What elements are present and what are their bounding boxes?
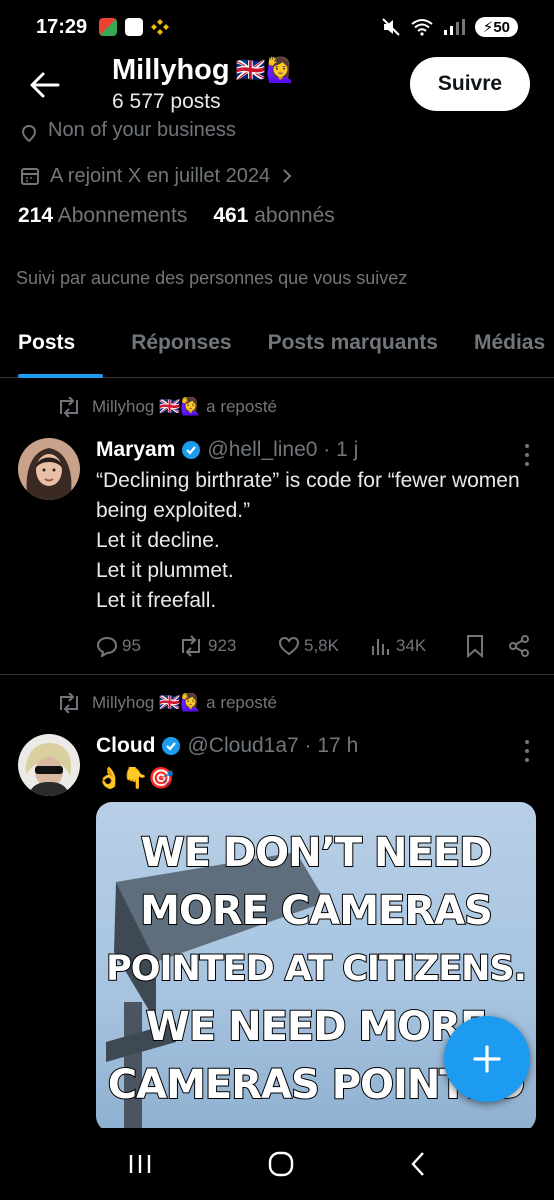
joined-text: A rejoint X en juillet 2024 bbox=[50, 164, 271, 187]
post-header: Maryam @hell_line0 · 1 j bbox=[96, 438, 358, 462]
views-icon bbox=[372, 639, 389, 655]
plus-icon bbox=[473, 1045, 501, 1073]
battery-level: 50 bbox=[493, 19, 510, 36]
followers-label: abonnés bbox=[254, 204, 335, 227]
wifi-icon bbox=[411, 19, 433, 36]
tab-highlights[interactable]: Posts marquants bbox=[250, 320, 456, 377]
share-icon[interactable] bbox=[508, 635, 530, 657]
name-emojis: 🇬🇧🙋‍♀️ bbox=[235, 57, 296, 84]
post-line: “Declining birthrate” is code for “fewer… bbox=[96, 469, 520, 522]
system-navigation-bar bbox=[0, 1128, 554, 1200]
more-options-icon[interactable] bbox=[524, 740, 530, 762]
post-line: Let it decline. bbox=[96, 529, 220, 552]
meme-line: WE DON’T NEED bbox=[140, 829, 494, 877]
author-name[interactable]: Cloud bbox=[96, 734, 155, 758]
tab-replies[interactable]: Réponses bbox=[93, 320, 249, 377]
repost-icon bbox=[60, 693, 78, 713]
heart-icon bbox=[278, 636, 300, 656]
home-icon[interactable] bbox=[267, 1150, 295, 1178]
post-header: Cloud @Cloud1a7 · 17 h bbox=[96, 734, 358, 758]
views-button[interactable]: 34K bbox=[370, 635, 464, 657]
binance-icon bbox=[151, 19, 170, 35]
compose-button[interactable] bbox=[444, 1016, 530, 1102]
posts-count: 6 577 posts bbox=[112, 90, 221, 113]
repost-indicator: Millyhog 🇬🇧🙋‍♀️ a reposté bbox=[56, 693, 277, 713]
status-time: 17:29 bbox=[36, 15, 88, 38]
profile-name: Millyhog bbox=[112, 54, 230, 86]
repost-text: Millyhog 🇬🇧🙋‍♀️ a reposté bbox=[92, 397, 278, 416]
post-line: Let it plummet. bbox=[96, 559, 234, 582]
repost-indicator: Millyhog 🇬🇧🙋‍♀️ a reposté bbox=[56, 397, 277, 417]
repost-count: 923 bbox=[208, 636, 237, 655]
views-count: 34K bbox=[396, 636, 427, 655]
post-text: 👌👇🎯 bbox=[96, 767, 175, 790]
post-1[interactable]: Millyhog 🇬🇧🙋‍♀️ a reposté Maryam @hell_l… bbox=[0, 380, 554, 674]
followers-count: 461 bbox=[213, 204, 249, 227]
meme-line: MORE CAMERAS bbox=[139, 887, 494, 935]
reply-button[interactable]: 95 bbox=[96, 635, 178, 657]
app-notification-icon bbox=[99, 18, 118, 36]
post-divider bbox=[0, 674, 554, 675]
follow-button[interactable]: Suivre bbox=[410, 57, 530, 111]
avatar[interactable] bbox=[18, 734, 80, 796]
back-icon[interactable] bbox=[408, 1150, 428, 1178]
checkbox-notification-icon bbox=[125, 18, 144, 36]
repost-icon bbox=[60, 397, 78, 417]
verified-icon bbox=[162, 737, 181, 755]
meme-line: POINTED AT CITIZENS. bbox=[105, 948, 528, 990]
verified-icon bbox=[182, 441, 201, 459]
profile-tabs: Posts Réponses Posts marquants Médias bbox=[0, 320, 554, 378]
post-actions: 95 923 5,8K 34K bbox=[96, 634, 536, 658]
mute-icon bbox=[382, 18, 400, 36]
location-text: Non of your business bbox=[48, 119, 236, 141]
author-name[interactable]: Maryam bbox=[96, 438, 175, 462]
profile-header: Millyhog 🇬🇧🙋‍♀️ 6 577 posts Suivre bbox=[0, 54, 554, 122]
joined-row[interactable]: A rejoint X en juillet 2024 bbox=[20, 156, 294, 196]
post-line: Let it freefall. bbox=[96, 589, 217, 612]
back-arrow-icon[interactable] bbox=[28, 68, 62, 102]
signal-icon bbox=[443, 19, 465, 35]
tab-posts[interactable]: Posts bbox=[0, 320, 104, 378]
followed-by-text: Suivi par aucune des personnes que vous … bbox=[16, 268, 408, 288]
following-count: 214 bbox=[18, 204, 54, 227]
tab-media[interactable]: Médias bbox=[456, 320, 554, 377]
header-title: Millyhog 🇬🇧🙋‍♀️ 6 577 posts bbox=[112, 54, 295, 114]
like-count: 5,8K bbox=[304, 636, 339, 655]
author-handle: @Cloud1a7 · 17 h bbox=[187, 734, 359, 757]
recent-apps-icon[interactable] bbox=[126, 1152, 154, 1176]
profile-meta: Non of your business A rejoint X en juil… bbox=[20, 116, 294, 196]
chevron-right-icon bbox=[283, 169, 292, 183]
reply-count: 95 bbox=[122, 636, 141, 655]
avatar[interactable] bbox=[18, 438, 80, 500]
following-label: Abonnements bbox=[57, 204, 188, 227]
repost-button[interactable]: 923 bbox=[178, 635, 278, 657]
bookmark-icon[interactable] bbox=[464, 634, 486, 658]
location-row: Non of your business bbox=[20, 116, 294, 142]
repost-text: Millyhog 🇬🇧🙋‍♀️ a reposté bbox=[92, 693, 278, 712]
like-button[interactable]: 5,8K bbox=[278, 635, 370, 657]
notification-icons bbox=[99, 18, 170, 36]
followers-link[interactable]: 461 abonnés bbox=[213, 204, 334, 228]
following-link[interactable]: 214 Abonnements bbox=[18, 204, 187, 228]
reply-icon bbox=[96, 636, 118, 657]
location-icon bbox=[21, 124, 37, 142]
repost-icon bbox=[182, 635, 200, 657]
calendar-icon bbox=[21, 168, 39, 185]
author-handle: @hell_line0 · 1 j bbox=[207, 438, 359, 461]
more-options-icon[interactable] bbox=[524, 444, 530, 466]
status-bar: 17:29 ⚡50 bbox=[0, 0, 554, 54]
battery-indicator: ⚡50 bbox=[474, 17, 518, 37]
follow-counts: 214 Abonnements 461 abonnés bbox=[18, 204, 335, 228]
post-text: “Declining birthrate” is code for “fewer… bbox=[96, 466, 526, 616]
